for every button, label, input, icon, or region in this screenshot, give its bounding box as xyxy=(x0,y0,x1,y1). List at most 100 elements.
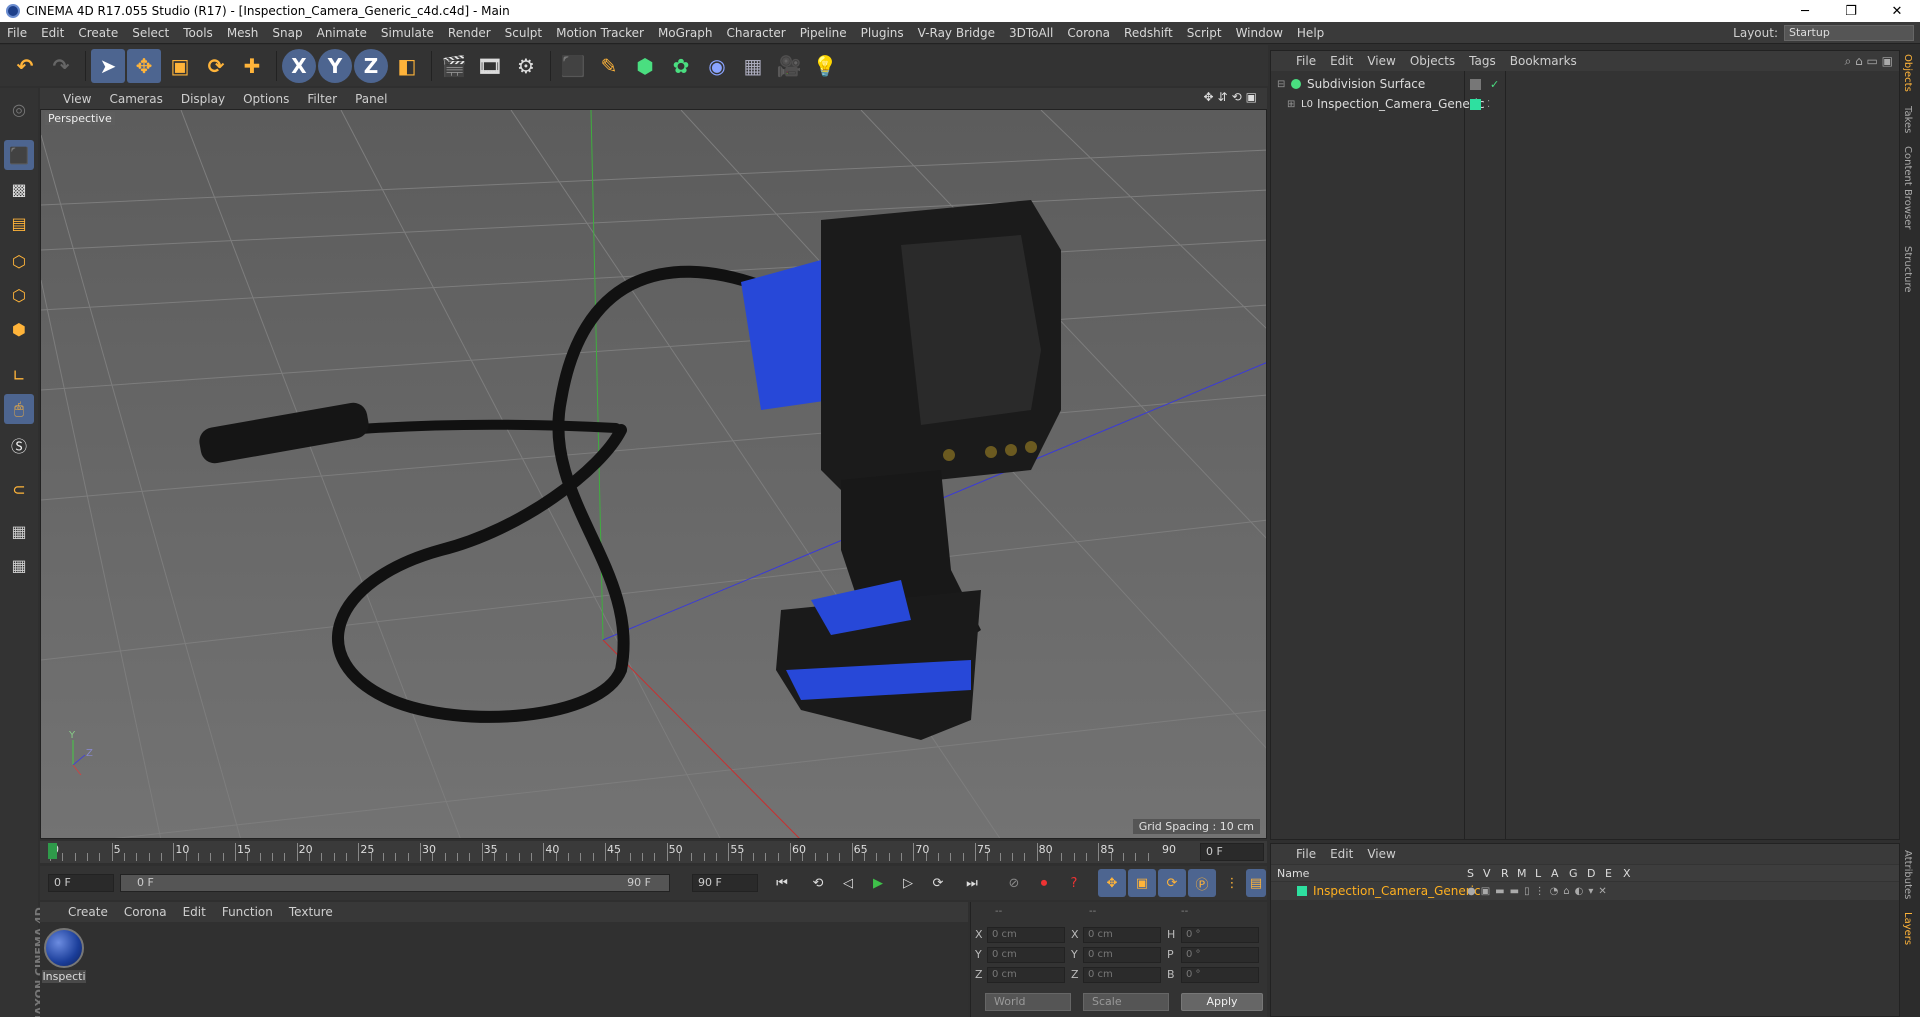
layer-color-icon[interactable] xyxy=(1297,886,1307,896)
axis-mode-icon[interactable]: ∟ xyxy=(4,360,34,390)
axis-x-button[interactable]: X xyxy=(282,48,316,83)
tweak-mode-icon[interactable]: 🖱 xyxy=(4,394,34,424)
tab-takes[interactable]: Takes xyxy=(1902,106,1913,133)
tab-attributes[interactable]: Attributes xyxy=(1902,850,1913,899)
layer-name[interactable]: Inspection_Camera_Generic xyxy=(1313,884,1481,898)
expand-icon[interactable]: ⊞ xyxy=(1287,99,1295,110)
material-menu-function[interactable]: Function xyxy=(214,905,281,919)
menu-render[interactable]: Render xyxy=(441,26,498,40)
layer-row[interactable]: Inspection_Camera_Generic ●▣▬▬▯⋮◔⌂◐▾✕ xyxy=(1271,882,1899,900)
objects-menu-file[interactable]: File xyxy=(1289,54,1323,68)
menu-animate[interactable]: Animate xyxy=(310,26,374,40)
size-x-field[interactable]: 0 cm xyxy=(1083,927,1161,943)
objects-menu-view[interactable]: View xyxy=(1360,54,1402,68)
menu-character[interactable]: Character xyxy=(719,26,792,40)
coordinate-mode-dropdown[interactable]: Scale xyxy=(1083,993,1169,1011)
axis-y-button[interactable]: Y xyxy=(318,48,352,83)
material-menu-create[interactable]: Create xyxy=(60,905,116,919)
menu-pipeline[interactable]: Pipeline xyxy=(793,26,854,40)
autokey-icon[interactable]: ⏺ xyxy=(1030,869,1058,897)
mograph-cloner-icon[interactable]: ✿ xyxy=(664,49,698,83)
cube-primitive-icon[interactable]: ⬛ xyxy=(556,49,590,83)
render-view-icon[interactable]: 🎬 xyxy=(437,49,471,83)
menu-3dtoall[interactable]: 3DToAll xyxy=(1002,26,1060,40)
menu-simulate[interactable]: Simulate xyxy=(374,26,441,40)
menu-sculpt[interactable]: Sculpt xyxy=(498,26,549,40)
snap-icon[interactable]: Ⓢ xyxy=(4,430,34,460)
minimize-button[interactable]: ─ xyxy=(1782,0,1828,22)
axis-z-button[interactable]: Z xyxy=(354,48,388,83)
layout-select[interactable]: Startup xyxy=(1784,25,1914,41)
points-mode-icon[interactable]: ⬡ xyxy=(4,246,34,276)
scale-tool-icon[interactable]: ▣ xyxy=(163,49,197,83)
select-tool-icon[interactable]: ➤ xyxy=(91,48,125,83)
magnet-icon[interactable]: ⊂ xyxy=(4,474,34,504)
viewport-menu-view[interactable]: View xyxy=(54,92,100,106)
layer-color-icon[interactable] xyxy=(1470,98,1481,110)
viewport-menu-display[interactable]: Display xyxy=(172,92,234,106)
layers-menu-edit[interactable]: Edit xyxy=(1323,847,1360,861)
material-menu-edit[interactable]: Edit xyxy=(175,905,214,919)
coordinate-space-dropdown[interactable]: World xyxy=(985,993,1071,1011)
object-name[interactable]: Inspection_Camera_Generic xyxy=(1317,97,1485,111)
search-icon[interactable]: ⌕ ⌂ ▭ ▣ xyxy=(1845,54,1893,69)
objects-menu-tags[interactable]: Tags xyxy=(1462,54,1503,68)
menu-tools[interactable]: Tools xyxy=(176,26,220,40)
menu-edit[interactable]: Edit xyxy=(34,26,71,40)
tab-structure[interactable]: Structure xyxy=(1902,246,1913,293)
object-row[interactable]: ⊞ L0 Inspection_Camera_Generic ⁚ xyxy=(1271,95,1899,113)
apply-button[interactable]: Apply xyxy=(1181,993,1263,1011)
previous-frame-icon[interactable]: ◁ xyxy=(834,869,862,897)
menu-script[interactable]: Script xyxy=(1180,26,1229,40)
material-menu-corona[interactable]: Corona xyxy=(116,905,175,919)
render-settings-icon[interactable]: ⚙ xyxy=(509,49,543,83)
viewport-perspective[interactable]: Y Z Perspective Grid Spacing : 10 cm xyxy=(40,109,1267,839)
edges-mode-icon[interactable]: ⬡ xyxy=(4,280,34,310)
maximize-button[interactable]: ❐ xyxy=(1828,0,1874,22)
next-frame-icon[interactable]: ▷ xyxy=(894,869,922,897)
menu-create[interactable]: Create xyxy=(71,26,125,40)
keyframe-selection-icon[interactable]: ? xyxy=(1060,869,1088,897)
collapse-icon[interactable]: ⊟ xyxy=(1277,79,1285,90)
key-scale-icon[interactable]: ▣ xyxy=(1128,869,1156,897)
checkmark-icon[interactable]: ✓ xyxy=(1490,78,1499,91)
timeline-window-icon[interactable]: ▤ xyxy=(1246,869,1266,897)
tab-content-browser[interactable]: Content Browser xyxy=(1902,146,1913,229)
rotate-tool-icon[interactable]: ⟳ xyxy=(199,49,233,83)
previous-key-icon[interactable]: ⟲ xyxy=(804,869,832,897)
objects-menu-bookmarks[interactable]: Bookmarks xyxy=(1503,54,1584,68)
rotation-h-field[interactable]: 0 ° xyxy=(1181,927,1259,943)
redo-icon[interactable]: ↷ xyxy=(44,49,78,83)
go-to-end-icon[interactable]: ⏭ xyxy=(958,869,986,897)
texture-mode-icon[interactable]: ▩ xyxy=(4,174,34,204)
key-parameter-icon[interactable]: Ⓟ xyxy=(1188,869,1216,897)
viewport-menu-options[interactable]: Options xyxy=(234,92,298,106)
objects-menu-edit[interactable]: Edit xyxy=(1323,54,1360,68)
menu-help[interactable]: Help xyxy=(1290,26,1331,40)
current-frame-field[interactable]: 0 F xyxy=(1200,843,1264,861)
polygons-mode-icon[interactable]: ⬢ xyxy=(4,314,34,344)
viewport-menu-cameras[interactable]: Cameras xyxy=(100,92,171,106)
menu-file[interactable]: File xyxy=(0,26,34,40)
menu-mesh[interactable]: Mesh xyxy=(220,26,266,40)
workplane-snap-icon[interactable]: ▦ xyxy=(4,550,34,580)
make-editable-icon[interactable]: ◎ xyxy=(4,94,34,124)
object-name[interactable]: Subdivision Surface xyxy=(1307,77,1425,91)
material-name[interactable]: Inspecti xyxy=(42,970,86,983)
move-tool-icon[interactable]: ✥ xyxy=(127,48,161,83)
layers-menu-view[interactable]: View xyxy=(1360,847,1402,861)
position-y-field[interactable]: 0 cm xyxy=(987,947,1065,963)
start-frame-field[interactable]: 0 F xyxy=(48,874,114,892)
object-visibility-icon[interactable] xyxy=(1470,78,1481,90)
end-frame-field[interactable]: 90 F xyxy=(692,874,758,892)
menu-select[interactable]: Select xyxy=(125,26,176,40)
rotation-b-field[interactable]: 0 ° xyxy=(1181,967,1259,983)
material-menu-texture[interactable]: Texture xyxy=(281,905,341,919)
spline-pen-icon[interactable]: ✎ xyxy=(592,49,626,83)
key-pla-icon[interactable]: ⋮ xyxy=(1218,869,1246,897)
menu-window[interactable]: Window xyxy=(1229,26,1290,40)
light-icon[interactable]: 💡 xyxy=(808,49,842,83)
object-row[interactable]: ⊟ Subdivision Surface ✓ xyxy=(1271,75,1899,93)
menu-motion-tracker[interactable]: Motion Tracker xyxy=(549,26,651,40)
rotation-p-field[interactable]: 0 ° xyxy=(1181,947,1259,963)
